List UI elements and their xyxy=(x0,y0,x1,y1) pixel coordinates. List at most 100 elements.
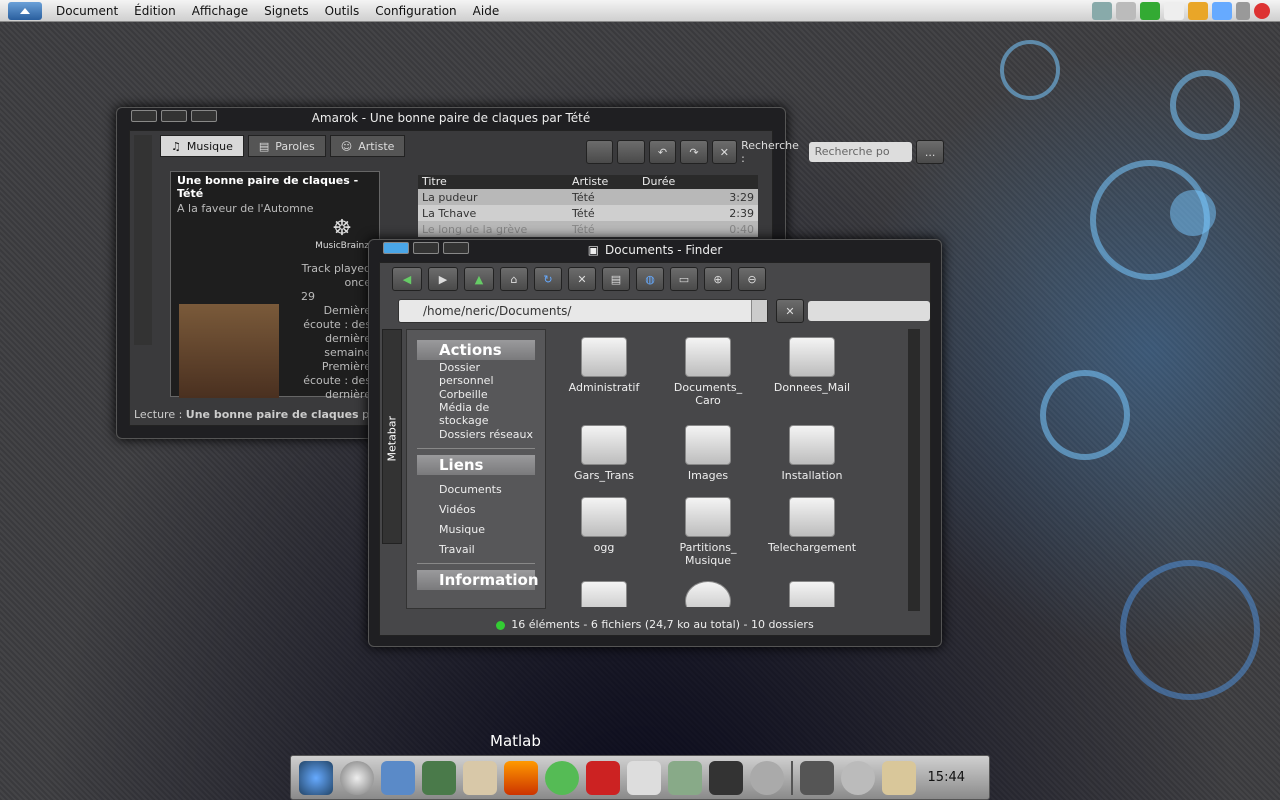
books-icon[interactable] xyxy=(422,760,456,795)
maximize-button[interactable] xyxy=(161,110,187,122)
zoom-out-button[interactable]: ⊖ xyxy=(738,267,766,291)
playlist-row[interactable]: Le long de la grève Tété 0:40 xyxy=(418,221,758,237)
print-button[interactable]: ▤ xyxy=(602,267,630,291)
menu-aide[interactable]: Aide xyxy=(473,4,500,18)
stop-button[interactable]: ✕ xyxy=(568,267,596,291)
clipboard-icon[interactable] xyxy=(882,760,916,795)
locked-folder-icon xyxy=(581,425,627,465)
folder-item[interactable]: Documents_ Caro xyxy=(656,337,760,407)
folder-item[interactable]: Installation xyxy=(760,425,864,482)
album-cover[interactable] xyxy=(179,304,279,398)
clock[interactable]: 15:44 xyxy=(928,770,965,785)
close-button[interactable] xyxy=(383,242,409,254)
tools-icon[interactable] xyxy=(1116,2,1136,20)
menu-edition[interactable]: Édition xyxy=(134,4,176,18)
speaker-icon[interactable] xyxy=(750,760,784,795)
basket-icon[interactable] xyxy=(1188,2,1208,20)
links-header[interactable]: Liens xyxy=(417,455,535,475)
clear-location-button[interactable]: ✕ xyxy=(776,299,804,323)
update-icon[interactable] xyxy=(1140,2,1160,20)
undo-button[interactable]: ↶ xyxy=(648,140,677,164)
network-icon[interactable] xyxy=(1092,2,1112,20)
editor-icon[interactable] xyxy=(381,760,415,795)
tab-musique[interactable]: ♫ Musique xyxy=(160,135,244,157)
amarok-icon[interactable] xyxy=(841,760,875,795)
folder-item[interactable]: Donnees_Mail xyxy=(760,337,864,394)
tab-artiste[interactable]: ☺ Artiste xyxy=(329,135,406,157)
skype-icon[interactable] xyxy=(545,760,579,795)
folder-item[interactable]: Gars_Trans xyxy=(552,425,656,482)
action-dossiers-reseaux[interactable]: Dossiers réseaux xyxy=(417,424,535,444)
matlab-icon[interactable] xyxy=(504,760,538,795)
save-playlist-button[interactable] xyxy=(617,140,645,164)
lyrics-icon: ▤ xyxy=(258,139,270,153)
link-videos[interactable]: Vidéos xyxy=(417,499,535,519)
more-button[interactable]: ... xyxy=(916,140,944,164)
metabar-side-tab[interactable]: Metabar xyxy=(382,329,402,544)
new-playlist-button[interactable] xyxy=(586,140,614,164)
location-bar[interactable]: /home/neric/Documents/ xyxy=(398,299,768,323)
link-travail[interactable]: Travail xyxy=(417,539,535,559)
video-icon[interactable] xyxy=(709,760,743,795)
finder-titlebar[interactable]: ▣ Documents - Finder xyxy=(369,240,941,260)
column-header[interactable]: Artiste xyxy=(568,175,638,189)
forward-button[interactable]: ▶ xyxy=(428,267,458,291)
kde-menu-button[interactable] xyxy=(8,1,42,20)
folder-item[interactable]: ogg xyxy=(552,497,656,554)
home-button[interactable]: ⌂ xyxy=(500,267,528,291)
information-header[interactable]: Information xyxy=(417,570,539,590)
search-input[interactable]: Recherche po xyxy=(808,142,913,162)
column-header[interactable]: Titre xyxy=(418,175,568,189)
back-button[interactable]: ◀ xyxy=(392,267,422,291)
zoom-in-button[interactable]: ⊕ xyxy=(704,267,732,291)
ruby-icon[interactable] xyxy=(586,760,620,795)
folder-item[interactable]: Partitions_ Musique xyxy=(656,497,760,567)
folder-item[interactable]: Administratif xyxy=(552,337,656,394)
vertical-scrollbar[interactable] xyxy=(908,329,920,611)
folder-item[interactable] xyxy=(552,581,656,607)
location-dropdown[interactable] xyxy=(751,300,767,322)
contacts-icon[interactable] xyxy=(668,760,702,795)
minimize-button[interactable] xyxy=(443,242,469,254)
musicbrainz-logo[interactable]: ☸ MusicBrainz xyxy=(315,216,369,251)
disc-icon[interactable] xyxy=(340,760,374,795)
mail-icon[interactable] xyxy=(1164,2,1184,20)
link-documents[interactable]: Documents xyxy=(417,479,535,499)
minimize-button[interactable] xyxy=(191,110,217,122)
network-manager-icon[interactable] xyxy=(1212,2,1232,20)
redo-button[interactable]: ↷ xyxy=(680,140,708,164)
amarok-side-toolbar[interactable] xyxy=(134,135,152,345)
close-button[interactable] xyxy=(131,110,157,122)
text-editor-icon[interactable] xyxy=(463,760,497,795)
link-musique[interactable]: Musique xyxy=(417,519,535,539)
menu-signets[interactable]: Signets xyxy=(264,4,309,18)
lock-icon[interactable] xyxy=(1236,2,1250,20)
menu-outils[interactable]: Outils xyxy=(325,4,360,18)
actions-header[interactable]: Actions xyxy=(417,340,535,360)
menu-configuration[interactable]: Configuration xyxy=(375,4,456,18)
column-header[interactable]: Durée xyxy=(638,175,754,189)
terminal-icon[interactable] xyxy=(800,760,834,795)
amarok-titlebar[interactable]: Amarok - Une bonne paire de claques par … xyxy=(117,108,785,128)
reload-button[interactable]: ↻ xyxy=(534,267,562,291)
clear-search-button[interactable]: ✕ xyxy=(711,140,738,164)
action-dossier-personnel[interactable]: Dossier personnel xyxy=(417,361,535,387)
menu-document[interactable]: Document xyxy=(56,4,118,18)
finder-search-input[interactable] xyxy=(808,301,930,321)
up-button[interactable]: ▲ xyxy=(464,267,494,291)
power-icon[interactable] xyxy=(1254,3,1270,19)
playlist-row[interactable]: La pudeur Tété 3:29 xyxy=(418,189,758,205)
folder-item[interactable]: Telechargement xyxy=(760,497,864,554)
file-item[interactable] xyxy=(656,581,760,607)
view-button[interactable]: ▭ xyxy=(670,267,698,291)
tab-paroles[interactable]: ▤ Paroles xyxy=(247,135,326,157)
playlist-row[interactable]: La Tchave Tété 2:39 xyxy=(418,205,758,221)
globe-icon[interactable]: ◍ xyxy=(636,267,664,291)
maximize-button[interactable] xyxy=(413,242,439,254)
folder-item[interactable]: Images xyxy=(656,425,760,482)
browser-icon[interactable] xyxy=(299,760,333,795)
file-item[interactable] xyxy=(760,581,864,607)
action-media-stockage[interactable]: Média de stockage xyxy=(417,401,535,427)
mail-icon[interactable] xyxy=(627,760,661,795)
menu-affichage[interactable]: Affichage xyxy=(192,4,248,18)
